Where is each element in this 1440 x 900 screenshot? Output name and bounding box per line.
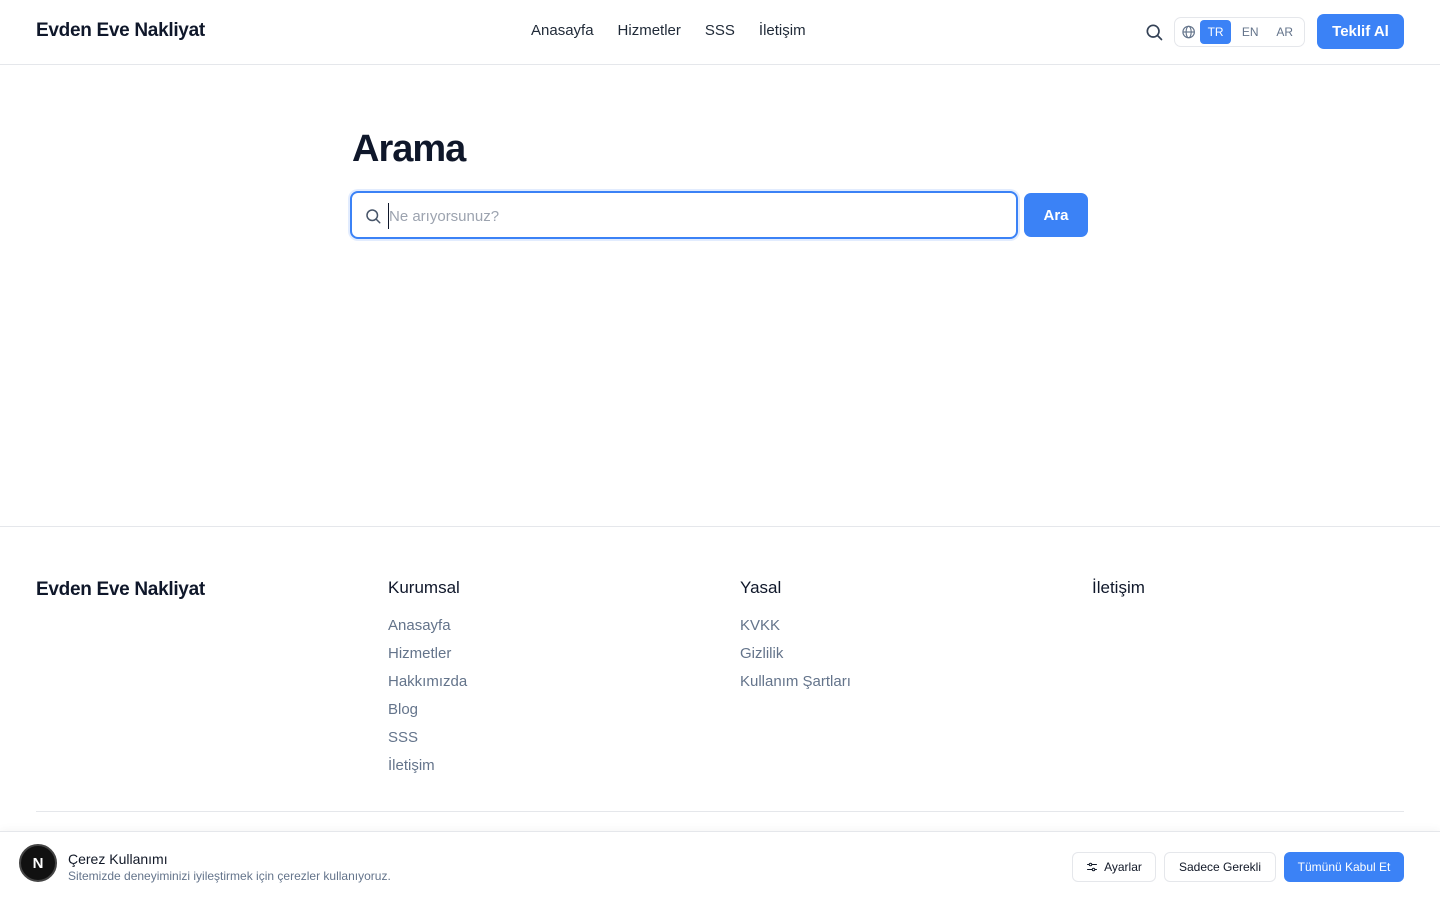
search-input[interactable] — [388, 203, 1008, 229]
footer-link-anasayfa[interactable]: Anasayfa — [388, 612, 467, 640]
language-option-en[interactable]: EN — [1235, 20, 1266, 44]
footer-link-hakkimizda[interactable]: Hakkımızda — [388, 668, 467, 696]
language-option-ar[interactable]: AR — [1269, 20, 1300, 44]
footer-column-iletisim: İletişim — [1092, 578, 1145, 612]
globe-icon — [1182, 25, 1195, 39]
search-field — [350, 191, 1018, 239]
footer-column-yasal: Yasal KVKK Gizlilik Kullanım Şartları — [740, 578, 851, 696]
footer-brand[interactable]: Evden Eve Nakliyat — [36, 579, 205, 601]
get-quote-button[interactable]: Teklif Al — [1317, 14, 1404, 49]
footer-column-title: Kurumsal — [388, 578, 460, 597]
avatar[interactable]: N — [19, 844, 57, 882]
footer-link-kvkk[interactable]: KVKK — [740, 612, 851, 640]
nav-item-hizmetler[interactable]: Hizmetler — [618, 22, 681, 39]
cookie-settings-label: Ayarlar — [1104, 860, 1142, 874]
footer-link-gizlilik[interactable]: Gizlilik — [740, 640, 851, 668]
language-switcher: TR EN AR — [1174, 17, 1305, 47]
cookie-settings-button[interactable]: Ayarlar — [1072, 852, 1156, 882]
footer-column-kurumsal: Kurumsal Anasayfa Hizmetler Hakkımızda B… — [388, 578, 467, 780]
nav-item-iletisim[interactable]: İletişim — [759, 22, 806, 39]
sliders-icon — [1087, 862, 1098, 872]
nav-item-anasayfa[interactable]: Anasayfa — [531, 22, 594, 39]
footer-divider — [36, 811, 1404, 812]
nav-item-sss[interactable]: SSS — [705, 22, 735, 39]
search-button[interactable]: Ara — [1024, 193, 1088, 237]
footer-column-title: İletişim — [1092, 578, 1145, 597]
cookie-banner: N Çerez Kullanımı Sitemizde deneyiminizi… — [0, 831, 1440, 900]
main-nav: Anasayfa Hizmetler SSS İletişim — [531, 22, 806, 39]
footer-column-title: Yasal — [740, 578, 782, 597]
cookie-necessary-button[interactable]: Sadece Gerekli — [1164, 852, 1276, 882]
footer-link-kullanim-sartlari[interactable]: Kullanım Şartları — [740, 668, 851, 696]
brand-logo[interactable]: Evden Eve Nakliyat — [36, 20, 205, 42]
cookie-title: Çerez Kullanımı — [68, 851, 168, 867]
cookie-description: Sitemizde deneyiminizi iyileştirmek için… — [68, 869, 391, 883]
site-header: Evden Eve Nakliyat Anasayfa Hizmetler SS… — [0, 0, 1440, 65]
cookie-accept-all-button[interactable]: Tümünü Kabul Et — [1284, 852, 1404, 882]
search-icon — [366, 209, 381, 224]
search-icon[interactable] — [1144, 22, 1164, 42]
footer-link-iletisim[interactable]: İletişim — [388, 752, 467, 780]
footer-link-sss[interactable]: SSS — [388, 724, 467, 752]
language-option-tr[interactable]: TR — [1200, 20, 1231, 44]
footer-link-hizmetler[interactable]: Hizmetler — [388, 640, 467, 668]
footer-link-blog[interactable]: Blog — [388, 696, 467, 724]
page-title: Arama — [352, 128, 466, 170]
